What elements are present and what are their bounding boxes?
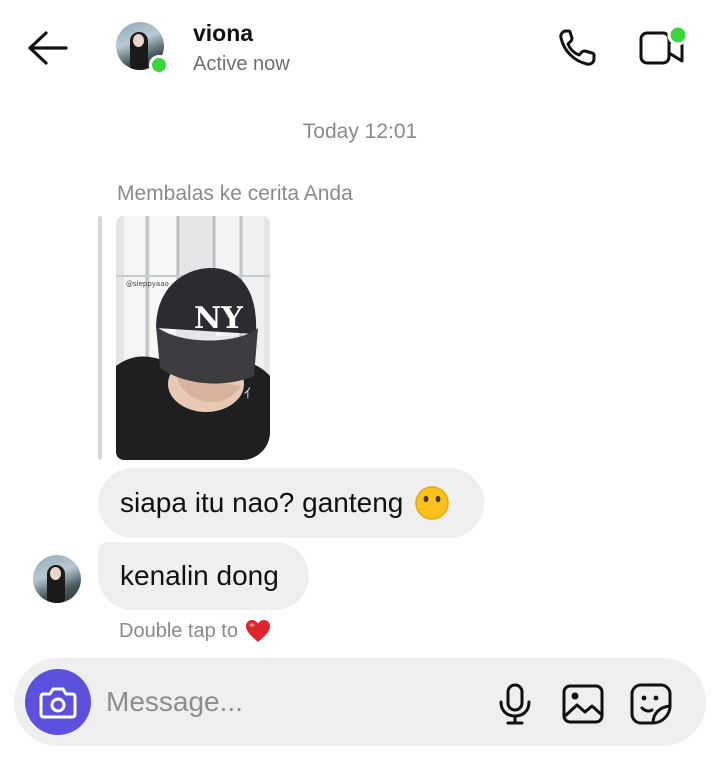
story-thumbnail[interactable]: NY @sleppyaao_ ｲ bbox=[116, 216, 270, 460]
message-bubble[interactable]: siapa itu nao? ganteng bbox=[98, 468, 484, 538]
double-tap-text: Double tap to bbox=[119, 619, 238, 642]
video-camera-icon[interactable] bbox=[638, 24, 690, 70]
message-bubble[interactable]: kenalin dong bbox=[98, 542, 309, 610]
chat-header: viona Active now bbox=[0, 0, 720, 100]
svg-text:NY: NY bbox=[194, 301, 243, 336]
reply-indicator-bar bbox=[98, 216, 102, 460]
message-composer bbox=[14, 658, 706, 746]
contact-status: Active now bbox=[193, 53, 290, 75]
sticker-icon[interactable] bbox=[629, 682, 673, 726]
double-tap-hint: Double tap to bbox=[119, 619, 271, 643]
online-indicator bbox=[149, 55, 169, 75]
svg-text:ｲ: ｲ bbox=[244, 386, 251, 402]
sender-avatar[interactable] bbox=[33, 555, 81, 603]
message-text: siapa itu nao? ganteng bbox=[120, 487, 404, 518]
image-icon[interactable] bbox=[561, 682, 605, 726]
contact-name[interactable]: viona bbox=[193, 20, 253, 47]
story-reply-label: Membalas ke cerita Anda bbox=[117, 182, 353, 205]
microphone-icon[interactable] bbox=[493, 682, 537, 726]
message-input[interactable] bbox=[106, 678, 476, 726]
message-text: kenalin dong bbox=[120, 560, 279, 591]
hushed-face-emoji-icon bbox=[415, 486, 450, 520]
back-arrow-icon[interactable] bbox=[26, 28, 70, 68]
heart-icon bbox=[245, 620, 270, 642]
camera-icon[interactable] bbox=[25, 669, 91, 735]
message-timestamp: Today 12:01 bbox=[302, 120, 418, 143]
phone-icon[interactable] bbox=[555, 26, 601, 70]
story-username-overlay: @sleppyaao_ bbox=[126, 280, 173, 288]
contact-avatar[interactable] bbox=[116, 22, 169, 75]
